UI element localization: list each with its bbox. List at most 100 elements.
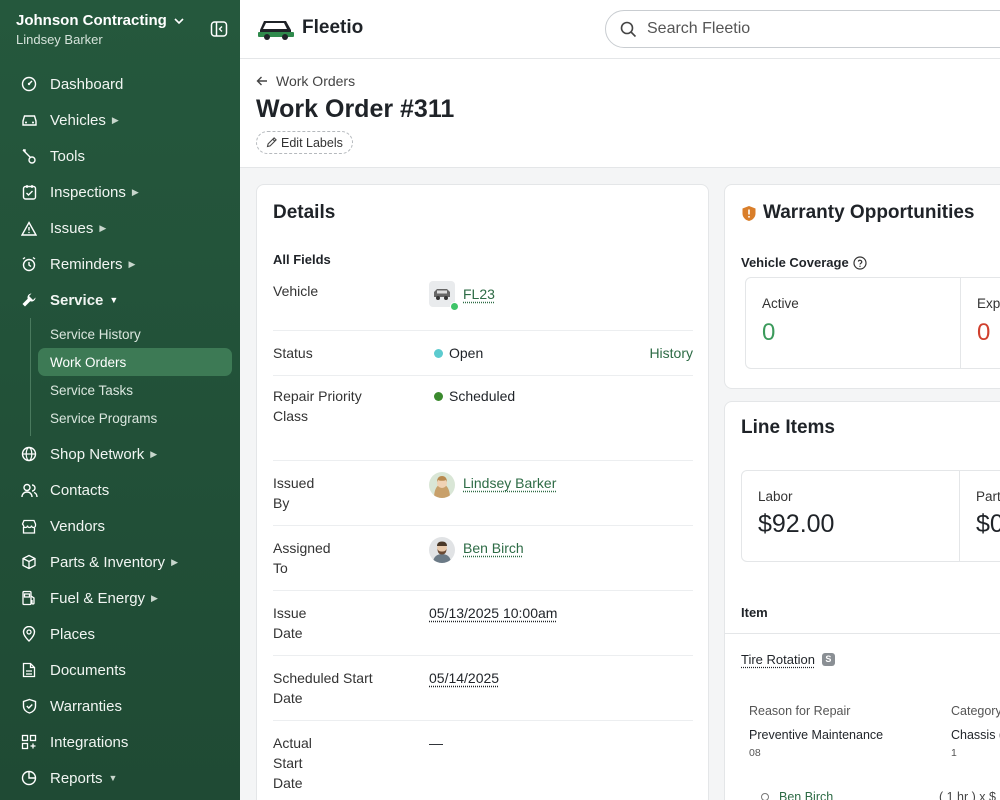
line-items-card: Line Items Labor $92.00 Part $0 Item Tir…: [724, 401, 1000, 800]
globe-icon: [20, 445, 38, 463]
tools-icon: [20, 147, 38, 165]
category-value: Chassis (: [951, 728, 1000, 742]
fleetio-logo-icon: [258, 21, 294, 40]
grid-plus-icon: [20, 733, 38, 751]
sidebar-item-parts-inventory[interactable]: Parts & Inventory ▶: [0, 544, 240, 580]
field-label: Scheduled Start Date: [273, 670, 373, 706]
status-history-link[interactable]: History: [649, 343, 693, 363]
details-fields: Vehicle FL23 Status Open History Repair …: [273, 277, 693, 800]
search-input[interactable]: [647, 20, 947, 38]
sidebar-item-warranties[interactable]: Warranties: [0, 688, 240, 724]
assigned-to-link[interactable]: Ben Birch: [463, 538, 524, 558]
caret-right-icon: ▶: [150, 448, 158, 459]
warranty-card: Warranty Opportunities Vehicle Coverage …: [724, 184, 1000, 389]
wrench-icon: [20, 291, 38, 309]
sidebar-item-tools[interactable]: Tools: [0, 138, 240, 174]
sidebar-subitem-service-programs[interactable]: Service Programs: [31, 404, 232, 432]
caret-right-icon: ▶: [171, 556, 178, 567]
category-code: 1: [951, 747, 957, 759]
field-label: Actual Start Date: [273, 735, 312, 791]
org-user: Lindsey Barker: [16, 32, 103, 47]
box-icon: [20, 553, 38, 571]
sidebar-item-places[interactable]: Places: [0, 616, 240, 652]
coverage-active[interactable]: Active 0: [746, 278, 961, 368]
field-label: Issue Date: [273, 605, 307, 641]
sidebar-item-dashboard[interactable]: Dashboard: [0, 66, 240, 102]
assignee-link[interactable]: Ben Birch: [779, 790, 833, 800]
sidebar-subitem-service-tasks[interactable]: Service Tasks: [31, 376, 232, 404]
edit-labels-button[interactable]: Edit Labels: [256, 131, 353, 154]
cost-summary: Labor $92.00 Part $0: [741, 470, 1000, 562]
parts-total: $0: [976, 510, 1000, 538]
field-label: Status: [273, 345, 313, 361]
line-item-link[interactable]: Tire Rotation: [741, 652, 815, 667]
field-assigned-to: Assigned To Ben Birch: [273, 526, 693, 591]
coverage-summary: Active 0 Exp 0: [745, 277, 1000, 369]
pencil-icon: [266, 137, 277, 148]
chevron-down-icon: [174, 17, 184, 24]
priority-dot: [434, 392, 443, 401]
sidebar-item-reports[interactable]: Reports ▼: [0, 760, 240, 796]
truck-icon: [434, 289, 450, 300]
coverage-expired[interactable]: Exp 0: [961, 278, 1000, 368]
sidebar-collapse-icon[interactable]: [210, 20, 228, 38]
vehicle-link[interactable]: FL23: [463, 284, 495, 304]
dashboard-icon: [20, 75, 38, 93]
status-value: Open: [449, 345, 484, 361]
vehicle-thumbnail: [429, 281, 459, 311]
org-switcher[interactable]: Johnson Contracting Lindsey Barker: [16, 12, 228, 48]
service-subnav: Service History Work Orders Service Task…: [30, 318, 240, 436]
sidebar-item-vendors[interactable]: Vendors: [0, 508, 240, 544]
all-fields-heading: All Fields: [273, 252, 331, 267]
sidebar-item-shop-network[interactable]: Shop Network ▶: [0, 436, 240, 472]
avatar: [429, 537, 455, 563]
labor-rate: ( 1 hr ) x $: [939, 790, 996, 800]
car-icon: [20, 111, 38, 129]
field-label: Repair Priority Class: [273, 388, 362, 424]
sidebar-subitem-work-orders[interactable]: Work Orders: [38, 348, 232, 376]
sidebar-nav: Dashboard Vehicles ▶ Tools Inspections ▶ I…: [0, 66, 240, 796]
shield-alert-icon: [742, 205, 756, 221]
search-icon: [620, 21, 637, 37]
sidebar-item-inspections[interactable]: Inspections ▶: [0, 174, 240, 210]
field-label: Assigned To: [273, 540, 331, 576]
caret-right-icon: ▶: [99, 222, 107, 233]
sidebar-item-fuel-energy[interactable]: Fuel & Energy ▶: [0, 580, 240, 616]
reason-value: Preventive Maintenance: [749, 728, 884, 742]
field-actual-start: Actual Start Date —: [273, 721, 693, 800]
issue-date-value: 05/13/2025 10:00am: [429, 605, 558, 621]
line-items-title: Line Items: [741, 417, 835, 438]
category-header: Category: [951, 704, 1000, 718]
sidebar-item-service[interactable]: Service ▼: [0, 282, 240, 318]
service-task-badge: S: [821, 653, 835, 666]
sidebar-item-reminders[interactable]: Reminders ▶: [0, 246, 240, 282]
actual-start-value: —: [429, 735, 443, 751]
field-label: Issued By: [273, 475, 315, 511]
warranty-title: Warranty Opportunities: [763, 202, 975, 223]
details-title: Details: [273, 202, 336, 223]
cost-labor: Labor $92.00: [742, 471, 960, 561]
priority-value: Scheduled: [449, 388, 516, 404]
sidebar-item-documents[interactable]: Documents: [0, 652, 240, 688]
field-issue-date: Issue Date 05/13/2025 10:00am: [273, 591, 693, 656]
assignee-status-icon: [761, 793, 769, 800]
help-icon[interactable]: [853, 255, 867, 270]
sidebar-item-vehicles[interactable]: Vehicles ▶: [0, 102, 240, 138]
global-search[interactable]: [605, 10, 1000, 48]
field-status: Status Open History: [273, 331, 693, 376]
labor-total: $92.00: [758, 510, 835, 538]
caret-right-icon: ▶: [128, 258, 136, 269]
alarm-icon: [20, 255, 38, 273]
chart-pie-icon: [20, 769, 38, 787]
sidebar-item-issues[interactable]: Issues ▶: [0, 210, 240, 246]
sidebar-item-contacts[interactable]: Contacts: [0, 472, 240, 508]
issued-by-link[interactable]: Lindsey Barker: [463, 473, 556, 493]
sidebar-subitem-service-history[interactable]: Service History: [31, 320, 232, 348]
field-label: Vehicle: [273, 283, 319, 299]
cost-parts: Part $0: [960, 471, 1000, 561]
brand-logo[interactable]: Fleetio: [256, 14, 363, 42]
status-open-dot: [434, 349, 443, 358]
sidebar-item-integrations[interactable]: Integrations: [0, 724, 240, 760]
breadcrumb[interactable]: Work Orders: [256, 73, 355, 89]
coverage-active-count: 0: [762, 319, 776, 346]
